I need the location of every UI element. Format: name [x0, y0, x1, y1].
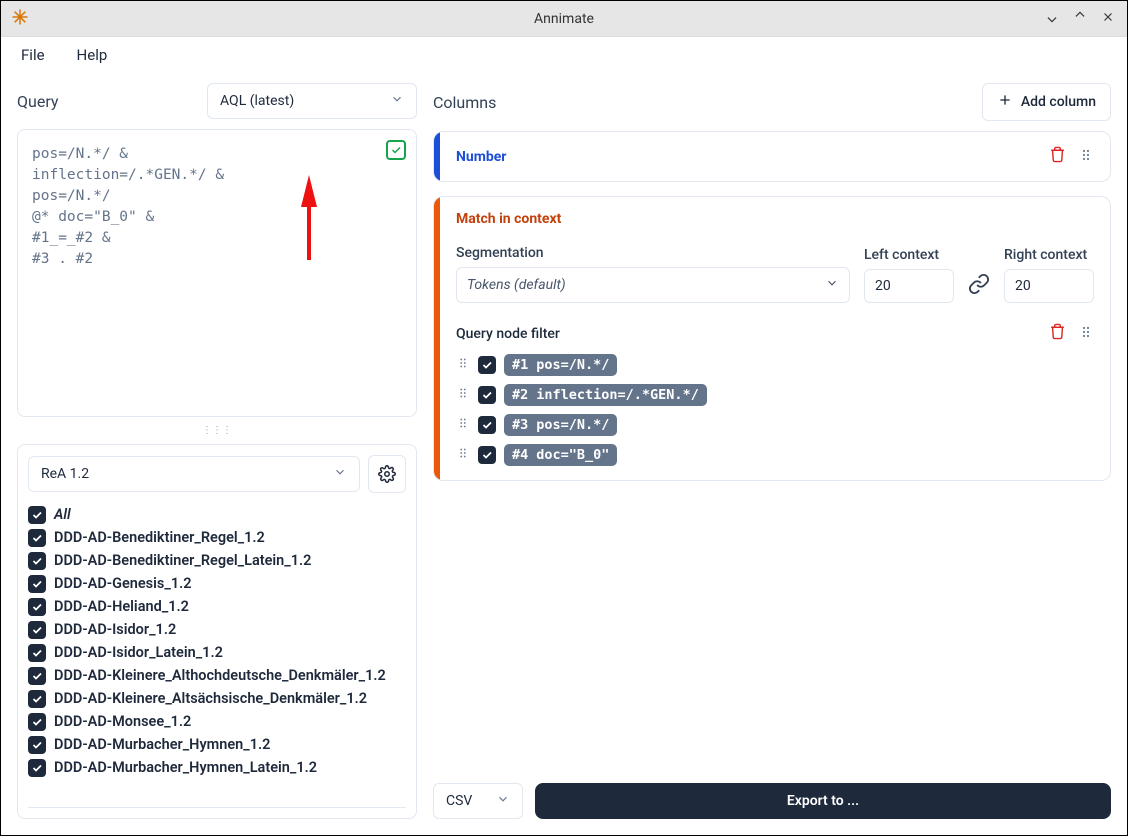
column-match-title: Match in context [456, 211, 561, 227]
corpus-settings-button[interactable] [368, 455, 406, 493]
add-column-button[interactable]: Add column [982, 83, 1111, 121]
delete-column-button[interactable] [1049, 323, 1066, 344]
filter-chip: #2inflection=/.*GEN.*/ [504, 384, 707, 406]
corpus-set-select[interactable]: ReA 1.2 [28, 456, 360, 492]
drag-handle-icon[interactable] [456, 386, 470, 404]
query-editor: pos=/N.*/ & inflection=/.*GEN.*/ & pos=/… [17, 129, 417, 417]
window-title: Annimate [1, 11, 1127, 27]
checkbox-icon[interactable] [28, 713, 46, 731]
link-context-icon[interactable] [968, 273, 990, 303]
column-card-match: Match in context Segmentation Tokens (de… [433, 196, 1111, 481]
query-language-select[interactable]: AQL (latest) [207, 83, 417, 119]
plus-icon [997, 92, 1013, 112]
filter-chip: #1pos=/N.*/ [504, 354, 617, 376]
corpus-set-value: ReA 1.2 [41, 466, 89, 482]
corpus-item-label: DDD-AD-Kleinere_Altsächsische_Denkmäler_… [54, 690, 367, 707]
corpus-item-label: DDD-AD-Murbacher_Hymnen_1.2 [54, 736, 270, 753]
chevron-down-icon [333, 465, 347, 483]
right-context-label: Right context [1004, 247, 1094, 263]
left-context-input[interactable]: 20 [864, 269, 954, 303]
filter-row: #3pos=/N.*/ [456, 414, 1094, 436]
checkbox-icon[interactable] [28, 575, 46, 593]
checkbox-icon[interactable] [28, 667, 46, 685]
export-format-select[interactable]: CSV [433, 783, 523, 819]
corpus-item[interactable]: DDD-AD-Murbacher_Hymnen_Latein_1.2 [28, 756, 406, 779]
checkbox-icon[interactable] [478, 416, 496, 434]
filter-chip: #3pos=/N.*/ [504, 414, 617, 436]
checkbox-icon[interactable] [28, 552, 46, 570]
segmentation-label: Segmentation [456, 245, 850, 261]
corpus-item-label: DDD-AD-Genesis_1.2 [54, 575, 192, 592]
corpus-item[interactable]: DDD-AD-Heliand_1.2 [28, 595, 406, 618]
column-number-title: Number [456, 149, 506, 165]
drag-handle-icon[interactable] [456, 446, 470, 464]
drag-handle-icon[interactable] [1078, 324, 1094, 344]
filter-chip: #4doc="B_0" [504, 444, 617, 466]
filter-row: #4doc="B_0" [456, 444, 1094, 466]
corpus-item-label: DDD-AD-Monsee_1.2 [54, 713, 191, 730]
filter-row: #1pos=/N.*/ [456, 354, 1094, 376]
corpus-item-label: DDD-AD-Heliand_1.2 [54, 598, 189, 615]
corpus-item-label: DDD-AD-Benediktiner_Regel_Latein_1.2 [54, 552, 311, 569]
drag-handle-icon[interactable] [1078, 147, 1094, 167]
menu-help[interactable]: Help [77, 46, 108, 64]
columns-label: Columns [433, 93, 496, 112]
checkbox-icon[interactable] [28, 506, 46, 524]
corpus-item-label: DDD-AD-Isidor_Latein_1.2 [54, 644, 223, 661]
chevron-down-icon [496, 792, 510, 810]
checkbox-icon[interactable] [28, 598, 46, 616]
checkbox-icon[interactable] [478, 356, 496, 374]
corpus-item[interactable]: DDD-AD-Isidor_Latein_1.2 [28, 641, 406, 664]
checkbox-icon[interactable] [28, 690, 46, 708]
corpus-all-label: All [54, 506, 71, 523]
delete-column-button[interactable] [1049, 146, 1066, 167]
query-valid-icon [386, 140, 406, 160]
menubar: File Help [1, 37, 1127, 73]
export-button[interactable]: Export to ... [535, 783, 1111, 819]
corpus-item[interactable]: DDD-AD-Monsee_1.2 [28, 710, 406, 733]
query-language-value: AQL (latest) [220, 93, 294, 109]
corpus-item[interactable]: DDD-AD-Kleinere_Altsächsische_Denkmäler_… [28, 687, 406, 710]
chevron-down-icon [390, 92, 404, 110]
filter-list: #1pos=/N.*/ #2inflection=/.*GEN.*/ #3pos=/… [456, 354, 1094, 466]
drag-handle-icon[interactable] [456, 416, 470, 434]
checkbox-icon[interactable] [28, 529, 46, 547]
corpus-item[interactable]: DDD-AD-Genesis_1.2 [28, 572, 406, 595]
corpus-item-label: DDD-AD-Benediktiner_Regel_1.2 [54, 529, 265, 546]
query-textarea[interactable]: pos=/N.*/ & inflection=/.*GEN.*/ & pos=/… [30, 142, 385, 404]
checkbox-icon[interactable] [28, 736, 46, 754]
corpus-item[interactable]: DDD-AD-Murbacher_Hymnen_1.2 [28, 733, 406, 756]
checkbox-icon[interactable] [28, 759, 46, 777]
export-format-value: CSV [446, 793, 472, 809]
checkbox-icon[interactable] [478, 386, 496, 404]
corpus-item-label: DDD-AD-Murbacher_Hymnen_Latein_1.2 [54, 759, 317, 776]
query-label: Query [17, 92, 58, 111]
corpus-item-all[interactable]: All [28, 503, 406, 526]
column-card-number: Number [433, 131, 1111, 182]
chevron-down-icon [825, 276, 839, 294]
segmentation-select[interactable]: Tokens (default) [456, 267, 850, 303]
corpus-item[interactable]: DDD-AD-Isidor_1.2 [28, 618, 406, 641]
segmentation-value: Tokens (default) [467, 277, 566, 293]
checkbox-icon[interactable] [28, 644, 46, 662]
drag-handle-icon[interactable] [456, 356, 470, 374]
checkbox-icon[interactable] [478, 446, 496, 464]
corpus-item[interactable]: DDD-AD-Kleinere_Althochdeutsche_Denkmäle… [28, 664, 406, 687]
add-column-label: Add column [1021, 94, 1096, 110]
left-context-label: Left context [864, 247, 954, 263]
corpus-item-label: DDD-AD-Isidor_1.2 [54, 621, 176, 638]
menu-file[interactable]: File [21, 46, 45, 64]
corpus-item[interactable]: DDD-AD-Benediktiner_Regel_1.2 [28, 526, 406, 549]
filter-row: #2inflection=/.*GEN.*/ [456, 384, 1094, 406]
query-node-filter-label: Query node filter [456, 326, 560, 342]
titlebar: Annimate [1, 1, 1127, 37]
pane-resize-handle[interactable]: ⋮⋮⋮ [17, 425, 417, 436]
corpus-item-label: DDD-AD-Kleinere_Althochdeutsche_Denkmäle… [54, 667, 386, 684]
checkbox-icon[interactable] [28, 621, 46, 639]
export-button-label: Export to ... [787, 793, 859, 809]
corpus-list: All DDD-AD-Benediktiner_Regel_1.2 DDD-AD-… [28, 503, 406, 808]
right-context-input[interactable]: 20 [1004, 269, 1094, 303]
corpus-item[interactable]: DDD-AD-Benediktiner_Regel_Latein_1.2 [28, 549, 406, 572]
